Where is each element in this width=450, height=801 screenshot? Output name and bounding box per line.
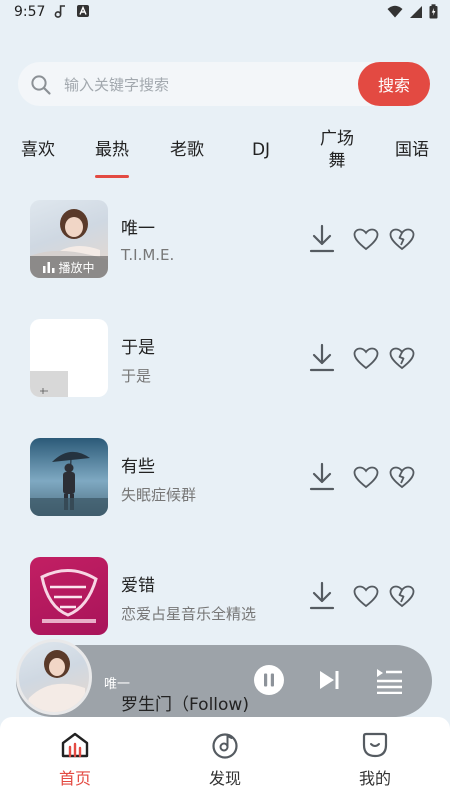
dislike-broken-heart-icon[interactable]: [389, 347, 415, 371]
album-cover: [30, 438, 108, 516]
nav-home-label: 首页: [58, 769, 91, 788]
cover-art: [40, 569, 98, 623]
bottom-nav: 首页 发现 我的: [0, 717, 450, 801]
now-playing-badge: 播放中: [30, 256, 108, 278]
music-note-icon: [54, 5, 65, 18]
tab-hottest[interactable]: 最热: [77, 126, 147, 174]
song-row[interactable]: 爱错 恋爱占星音乐全精选: [0, 537, 450, 637]
album-cover: 播放中: [30, 200, 108, 278]
download-icon[interactable]: [309, 224, 335, 254]
song-title: 于是: [121, 338, 155, 358]
song-artist: 失眠症候群: [121, 486, 197, 504]
like-heart-icon[interactable]: [353, 466, 379, 490]
like-heart-icon[interactable]: [353, 585, 379, 609]
equalizer-icon: [43, 261, 55, 273]
search-icon: [31, 75, 51, 95]
album-cover: [30, 557, 108, 635]
like-heart-icon[interactable]: [353, 228, 379, 252]
tab-square-dance[interactable]: 广场舞: [301, 126, 373, 174]
nav-mine[interactable]: 我的: [335, 731, 415, 789]
dislike-broken-heart-icon[interactable]: [389, 228, 415, 252]
download-icon[interactable]: [309, 462, 335, 492]
like-heart-icon[interactable]: [353, 347, 379, 371]
selected-tab-underline: [95, 175, 129, 178]
album-cover: [30, 319, 108, 397]
next-song-title-peek: 罗生门（Follow): [121, 695, 249, 715]
category-tabs: 喜欢 最热 老歌 DJ 广场舞 国语: [0, 126, 450, 182]
home-icon: [61, 732, 89, 758]
tab-dj[interactable]: DJ: [226, 126, 296, 174]
search-bar: 搜索: [18, 62, 430, 106]
song-title: 爱错: [121, 576, 155, 596]
status-bar: 9:57: [0, 0, 450, 26]
mini-player-cover[interactable]: [16, 639, 92, 715]
nav-home[interactable]: 首页: [35, 731, 115, 789]
next-track-icon[interactable]: [317, 668, 341, 692]
tab-favorite[interactable]: 喜欢: [3, 126, 73, 174]
tab-oldies[interactable]: 老歌: [152, 126, 222, 174]
tab-mandarin[interactable]: 国语: [377, 126, 447, 174]
song-row[interactable]: 有些 失眠症候群: [0, 418, 450, 518]
wifi-icon: [387, 5, 403, 18]
dislike-broken-heart-icon[interactable]: [389, 466, 415, 490]
mini-cover-art: [25, 650, 85, 712]
download-icon[interactable]: [309, 581, 335, 611]
song-row[interactable]: 播放中 唯一 T.I.M.E.: [0, 180, 450, 280]
song-title: 唯一: [121, 219, 155, 239]
download-icon[interactable]: [309, 343, 335, 373]
search-input[interactable]: [62, 68, 356, 102]
signal-icon: [410, 5, 422, 18]
cover-art: [30, 371, 68, 397]
pause-button[interactable]: [253, 664, 285, 696]
now-playing-label: 播放中: [58, 260, 95, 275]
discover-icon: [212, 733, 238, 759]
nav-mine-label: 我的: [358, 769, 391, 788]
playlist-queue-icon[interactable]: [374, 666, 404, 694]
status-time: 9:57: [14, 4, 46, 20]
dislike-broken-heart-icon[interactable]: [389, 585, 415, 609]
nav-discover-label: 发现: [208, 769, 241, 788]
nav-discover[interactable]: 发现: [185, 731, 265, 789]
keyboard-a-icon: [77, 5, 89, 17]
song-artist: 于是: [121, 367, 152, 385]
song-title: 有些: [121, 457, 155, 477]
cover-art: [30, 451, 108, 516]
profile-icon: [362, 732, 388, 758]
song-artist: T.I.M.E.: [121, 246, 175, 264]
song-row[interactable]: 于是 于是: [0, 299, 450, 399]
battery-icon: [429, 4, 438, 19]
song-artist: 恋爱占星音乐全精选: [121, 605, 257, 623]
search-button[interactable]: 搜索: [358, 62, 430, 106]
